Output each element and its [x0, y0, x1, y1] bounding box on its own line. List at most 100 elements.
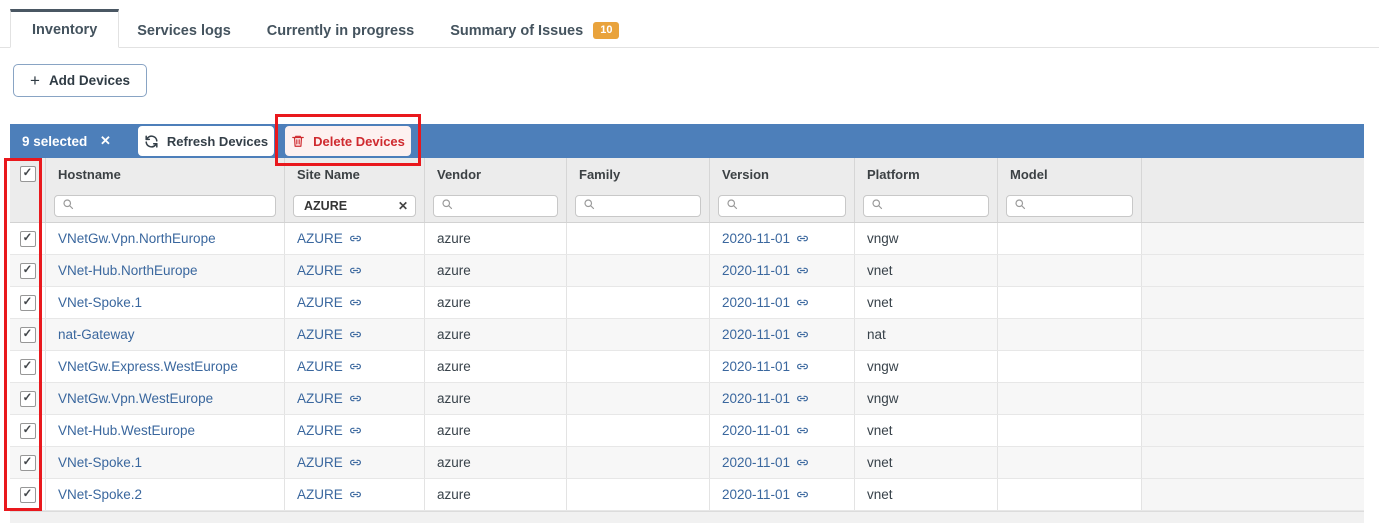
platform-cell: vngw [855, 383, 998, 414]
table-row[interactable]: ✓ VNet-Spoke.2 AZURE azure [10, 479, 1364, 511]
platform-cell: nat [855, 319, 998, 350]
site-name-cell: AZURE [285, 255, 425, 286]
model-cell [998, 319, 1142, 350]
add-devices-button[interactable]: + Add Devices [13, 64, 147, 97]
row-checkbox[interactable]: ✓ [20, 455, 36, 471]
version-link[interactable]: 2020-11-01 [722, 327, 809, 342]
column-header-vendor[interactable]: Vendor [425, 158, 567, 190]
version-filter-input[interactable] [718, 195, 846, 217]
site-name-cell: AZURE [285, 351, 425, 382]
refresh-devices-label: Refresh Devices [167, 134, 268, 149]
version-link[interactable]: 2020-11-01 [722, 487, 809, 502]
row-checkbox[interactable]: ✓ [20, 359, 36, 375]
delete-devices-button[interactable]: Delete Devices [285, 126, 411, 156]
selection-toolbar: 9 selected ✕ Refresh Devices [10, 124, 1364, 158]
link-icon [349, 424, 362, 437]
site-name-link[interactable]: AZURE [297, 359, 362, 374]
platform-cell: vnet [855, 255, 998, 286]
tab-summary-of-issues[interactable]: Summary of Issues 10 [432, 14, 637, 47]
clear-filter-icon[interactable]: ✕ [398, 199, 408, 213]
select-all-checkbox[interactable]: ✓ [20, 166, 36, 182]
version-cell: 2020-11-01 [710, 319, 855, 350]
hostname-link[interactable]: VNetGw.Express.WestEurope [58, 359, 238, 374]
hostname-filter-input[interactable] [54, 195, 276, 217]
site-name-cell: AZURE [285, 383, 425, 414]
table-row[interactable]: ✓ VNetGw.Vpn.WestEurope AZURE [10, 383, 1364, 415]
hostname-link[interactable]: VNet-Spoke.1 [58, 455, 142, 470]
row-checkbox[interactable]: ✓ [20, 327, 36, 343]
model-cell [998, 447, 1142, 478]
tab-currently-in-progress[interactable]: Currently in progress [249, 14, 432, 47]
platform-filter-input[interactable] [863, 195, 989, 217]
hostname-cell: VNet-Spoke.1 [46, 447, 285, 478]
site-name-link[interactable]: AZURE [297, 263, 362, 278]
issues-count-badge: 10 [593, 22, 619, 39]
table-row[interactable]: ✓ VNet-Hub.NorthEurope AZURE a [10, 255, 1364, 287]
family-cell [567, 351, 710, 382]
table-row[interactable]: ✓ VNetGw.Express.WestEurope AZURE [10, 351, 1364, 383]
hostname-link[interactable]: VNet-Spoke.2 [58, 487, 142, 502]
hostname-link[interactable]: VNet-Hub.NorthEurope [58, 263, 198, 278]
vendor-cell: azure [425, 319, 567, 350]
link-icon [349, 392, 362, 405]
row-checkbox[interactable]: ✓ [20, 231, 36, 247]
version-link[interactable]: 2020-11-01 [722, 295, 809, 310]
row-select-cell: ✓ [10, 479, 46, 510]
vendor-filter-input[interactable] [433, 195, 558, 217]
version-link[interactable]: 2020-11-01 [722, 391, 809, 406]
table-row[interactable]: ✓ VNet-Spoke.1 AZURE azure [10, 287, 1364, 319]
site-name-link[interactable]: AZURE [297, 423, 362, 438]
table-row[interactable]: ✓ VNet-Hub.WestEurope AZURE az [10, 415, 1364, 447]
site-name-link[interactable]: AZURE [297, 327, 362, 342]
model-filter-input[interactable] [1006, 195, 1133, 217]
filler-cell [1142, 479, 1364, 510]
table-row[interactable]: ✓ VNetGw.Vpn.NorthEurope AZURE [10, 223, 1364, 255]
version-link[interactable]: 2020-11-01 [722, 359, 809, 374]
family-filter-input[interactable] [575, 195, 701, 217]
filter-cell-model [998, 190, 1142, 222]
family-cell [567, 383, 710, 414]
column-header-platform[interactable]: Platform [855, 158, 998, 190]
site-name-link[interactable]: AZURE [297, 391, 362, 406]
table-row[interactable]: ✓ VNet-Spoke.1 AZURE azure [10, 447, 1364, 479]
site-name-cell: AZURE [285, 287, 425, 318]
version-link[interactable]: 2020-11-01 [722, 231, 809, 246]
refresh-devices-button[interactable]: Refresh Devices [138, 126, 274, 156]
column-header-version[interactable]: Version [710, 158, 855, 190]
hostname-link[interactable]: VNet-Hub.WestEurope [58, 423, 195, 438]
row-checkbox[interactable]: ✓ [20, 263, 36, 279]
column-header-site-name[interactable]: Site Name [285, 158, 425, 190]
tab-inventory[interactable]: Inventory [10, 9, 119, 48]
link-icon [349, 328, 362, 341]
version-link[interactable]: 2020-11-01 [722, 263, 809, 278]
version-link[interactable]: 2020-11-01 [722, 455, 809, 470]
site-name-link[interactable]: AZURE [297, 295, 362, 310]
filler-cell [1142, 383, 1364, 414]
row-checkbox[interactable]: ✓ [20, 295, 36, 311]
trash-icon [291, 134, 305, 148]
hostname-link[interactable]: nat-Gateway [58, 327, 135, 342]
select-all-cell: ✓ [10, 158, 46, 190]
column-header-hostname[interactable]: Hostname [46, 158, 285, 190]
hostname-link[interactable]: VNetGw.Vpn.WestEurope [58, 391, 213, 406]
row-checkbox[interactable]: ✓ [20, 487, 36, 503]
column-header-filler [1142, 158, 1364, 190]
row-checkbox[interactable]: ✓ [20, 391, 36, 407]
vendor-cell: azure [425, 351, 567, 382]
column-header-model[interactable]: Model [998, 158, 1142, 190]
table-row[interactable]: ✓ nat-Gateway AZURE azure [10, 319, 1364, 351]
row-select-cell: ✓ [10, 319, 46, 350]
clear-selection-icon[interactable]: ✕ [100, 124, 111, 158]
platform-cell: vngw [855, 351, 998, 382]
site-name-link[interactable]: AZURE [297, 455, 362, 470]
table-header: ✓ Hostname Site Name Vendor Family Versi… [10, 158, 1364, 223]
column-header-family[interactable]: Family [567, 158, 710, 190]
tab-services-logs[interactable]: Services logs [119, 14, 249, 47]
hostname-link[interactable]: VNetGw.Vpn.NorthEurope [58, 231, 216, 246]
version-link[interactable]: 2020-11-01 [722, 423, 809, 438]
site-name-link[interactable]: AZURE [297, 231, 362, 246]
site-name-link[interactable]: AZURE [297, 487, 362, 502]
filter-cell-version [710, 190, 855, 222]
hostname-link[interactable]: VNet-Spoke.1 [58, 295, 142, 310]
row-checkbox[interactable]: ✓ [20, 423, 36, 439]
